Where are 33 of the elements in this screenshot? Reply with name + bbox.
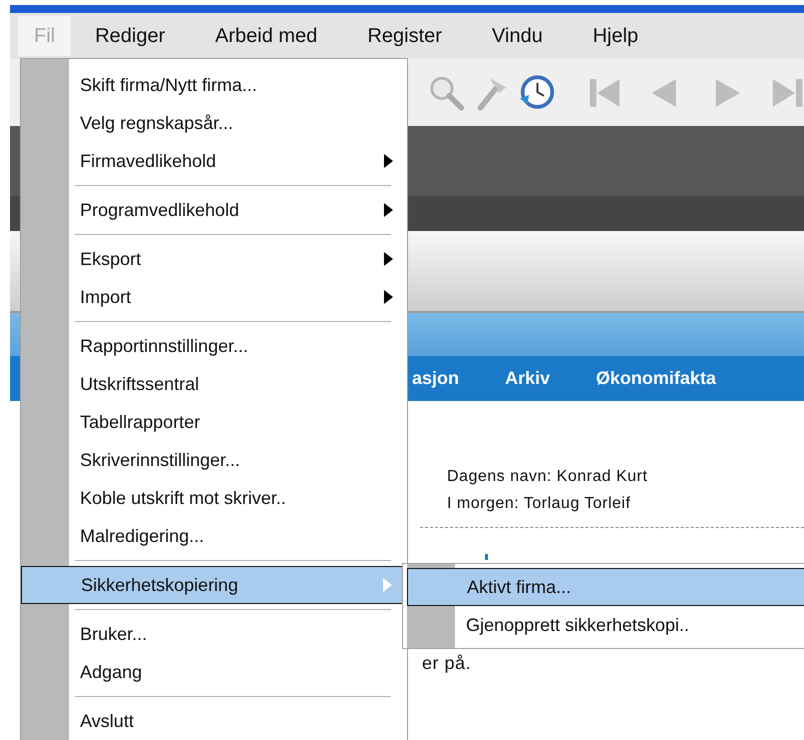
menu-item[interactable]: Adgang (21, 653, 407, 691)
submenu-arrow-icon (384, 203, 393, 217)
menu-title[interactable]: Arbeid med (199, 16, 334, 56)
menu-title[interactable]: Vindu (476, 16, 559, 56)
menu-item[interactable]: Utskriftssentral (21, 365, 407, 403)
menu-item[interactable]: Koble utskrift mot skriver.. (21, 479, 407, 517)
menu-item[interactable]: Skift firma/Nytt firma... (21, 66, 407, 104)
tab[interactable]: Arkiv (505, 368, 550, 389)
menu-item[interactable]: Malredigering... (21, 517, 407, 555)
menu-item[interactable]: Import (21, 278, 407, 316)
menu-item[interactable]: Gjenopprett sikkerhetskopi.. (407, 606, 804, 644)
submenu-arrow-icon (384, 252, 393, 266)
menu-item[interactable]: Skriverinnstillinger... (21, 441, 407, 479)
menu-item[interactable]: Aktivt firma... (407, 568, 804, 606)
menu-item[interactable]: Firmavedlikehold (21, 142, 407, 180)
submenu-arrow-icon (384, 290, 393, 304)
tab[interactable]: Økonomifakta (596, 368, 716, 389)
menu-item[interactable]: Rapportinnstillinger... (21, 327, 407, 365)
menu-title[interactable]: Register (351, 16, 458, 56)
tab[interactable]: asjon (412, 368, 460, 389)
submenu-arrow-icon (384, 154, 393, 168)
body-text: er på. (422, 653, 472, 674)
menu-item[interactable]: Programvedlikehold (21, 191, 407, 229)
menu-item[interactable]: Tabellrapporter (21, 403, 407, 441)
menu-item[interactable]: Velg regnskapsår... (21, 104, 407, 142)
menu-item[interactable]: Avslutt (21, 702, 407, 740)
name-day-text: Dagens navn: Konrad Kurt (447, 467, 649, 487)
menu-title[interactable]: Hjelp (576, 16, 654, 56)
dot-mark (485, 554, 488, 560)
menu-item[interactable]: Eksport (21, 240, 407, 278)
tomorrow-text: I morgen: Torlaug Torleif (447, 494, 632, 514)
submenu-arrow-icon (383, 578, 392, 592)
menu-title[interactable]: Rediger (79, 16, 182, 56)
